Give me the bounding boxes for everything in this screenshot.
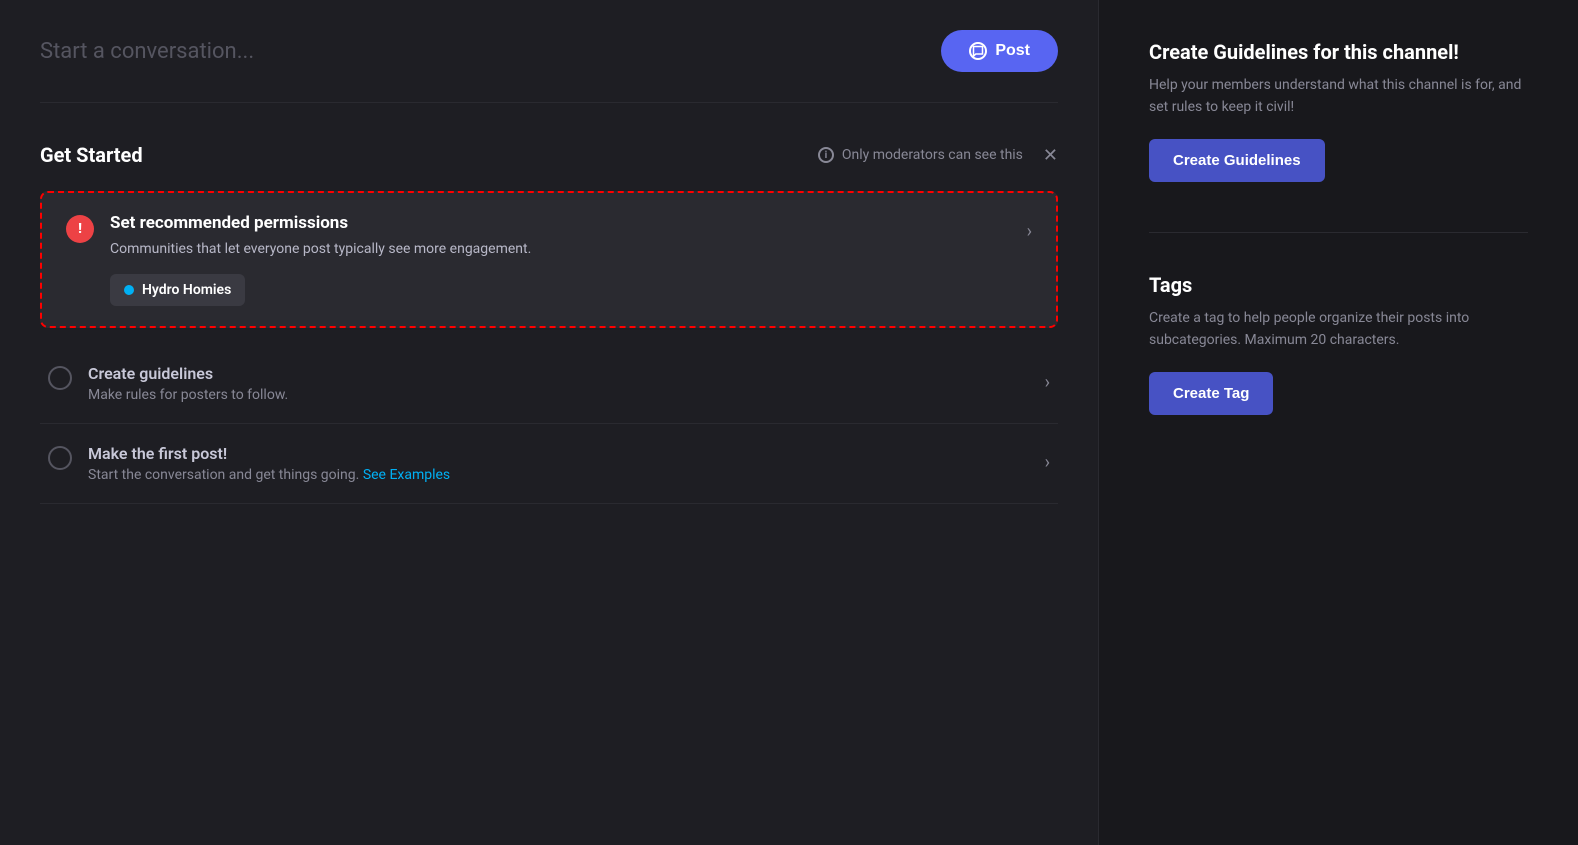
create-guidelines-item-left: Create guidelines Make rules for posters…	[48, 364, 1029, 403]
chevron-right-icon: ›	[1027, 221, 1032, 242]
first-post-item-left: Make the first post! Start the conversat…	[48, 444, 1029, 483]
create-tag-button[interactable]: Create Tag	[1149, 372, 1273, 415]
get-started-section: Get Started i Only moderators can see th…	[40, 143, 1058, 504]
chat-icon	[969, 42, 987, 60]
tags-sidebar-desc: Create a tag to help people organize the…	[1149, 307, 1528, 352]
guidelines-desc: Make rules for posters to follow.	[88, 387, 288, 403]
get-started-header: Get Started i Only moderators can see th…	[40, 143, 1058, 167]
close-button[interactable]: ✕	[1043, 145, 1058, 166]
alert-icon: !	[66, 215, 94, 243]
info-icon: i	[818, 147, 834, 163]
moderators-notice: i Only moderators can see this ✕	[818, 145, 1058, 166]
post-button[interactable]: Post	[941, 30, 1058, 72]
first-post-chevron-icon: ›	[1045, 452, 1050, 473]
permissions-card-title: Set recommended permissions	[110, 213, 1027, 233]
right-sidebar: Create Guidelines for this channel! Help…	[1098, 0, 1578, 845]
permissions-card-left: ! Set recommended permissions Communitie…	[66, 213, 1027, 306]
tags-sidebar-title: Tags	[1149, 273, 1528, 297]
conversation-bar: Start a conversation... Post	[40, 30, 1058, 103]
create-guidelines-button[interactable]: Create Guidelines	[1149, 139, 1325, 182]
guidelines-sidebar-section: Create Guidelines for this channel! Help…	[1149, 40, 1528, 182]
guidelines-checkbox[interactable]	[48, 366, 72, 390]
first-post-item[interactable]: Make the first post! Start the conversat…	[40, 424, 1058, 504]
channel-dot	[124, 285, 134, 295]
guidelines-chevron-icon: ›	[1045, 372, 1050, 393]
permissions-card[interactable]: ! Set recommended permissions Communitie…	[40, 191, 1058, 328]
see-examples-link[interactable]: See Examples	[363, 467, 450, 483]
first-post-title: Make the first post!	[88, 444, 450, 463]
get-started-title: Get Started	[40, 143, 143, 167]
channel-badge: Hydro Homies	[110, 274, 245, 306]
section-divider	[1149, 232, 1528, 233]
create-guidelines-item[interactable]: Create guidelines Make rules for posters…	[40, 344, 1058, 424]
first-post-checkbox[interactable]	[48, 446, 72, 470]
tags-sidebar-section: Tags Create a tag to help people organiz…	[1149, 273, 1528, 415]
first-post-content: Make the first post! Start the conversat…	[88, 444, 450, 483]
guidelines-sidebar-title: Create Guidelines for this channel!	[1149, 40, 1528, 64]
guidelines-title: Create guidelines	[88, 364, 288, 383]
permissions-card-desc: Communities that let everyone post typic…	[110, 239, 1027, 260]
conversation-placeholder: Start a conversation...	[40, 39, 254, 64]
guidelines-content: Create guidelines Make rules for posters…	[88, 364, 288, 403]
permissions-card-content: Set recommended permissions Communities …	[110, 213, 1027, 306]
guidelines-sidebar-desc: Help your members understand what this c…	[1149, 74, 1528, 119]
first-post-desc: Start the conversation and get things go…	[88, 467, 450, 483]
